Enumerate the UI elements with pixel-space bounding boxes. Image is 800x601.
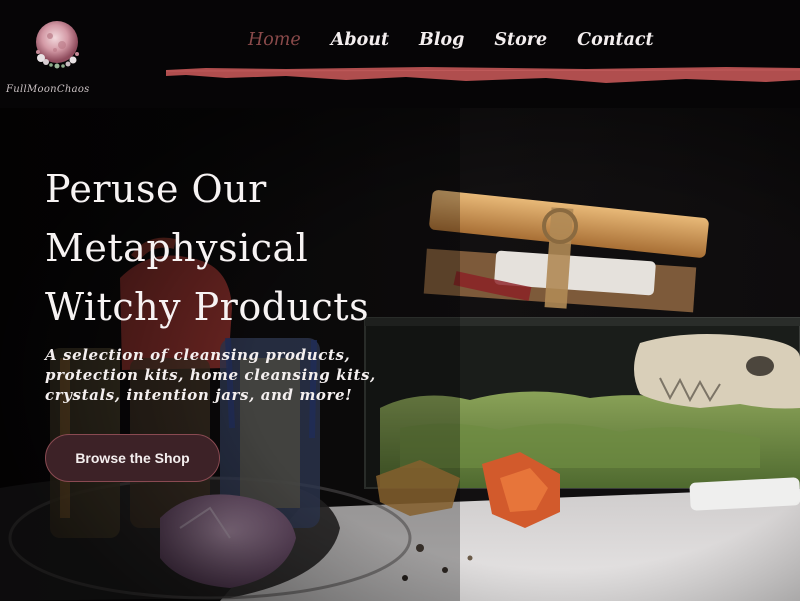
nav-item-contact[interactable]: Contact <box>577 27 654 55</box>
brush-stroke-divider <box>166 67 800 83</box>
browse-shop-button[interactable]: Browse the Shop <box>45 434 220 482</box>
nav-item-blog[interactable]: Blog <box>419 27 464 55</box>
brand-name: FullMoonChaos <box>6 84 90 95</box>
hero-subtitle-line-3: crystals, intention jars, and more! <box>45 386 353 404</box>
hero-title: Peruse Our Metaphysical Witchy Products <box>45 160 465 337</box>
nav-item-about[interactable]: About <box>331 27 389 55</box>
hero-title-line-2: Metaphysical <box>45 226 309 270</box>
nav-item-store[interactable]: Store <box>494 27 547 55</box>
nav-item-home[interactable]: Home <box>248 27 301 55</box>
site-header: FullMoonChaos Home About Blog Store Cont… <box>0 0 800 108</box>
hero-title-line-3: Witchy Products <box>45 285 370 329</box>
hero-subtitle-line-2: protection kits, home cleansing kits, <box>45 366 376 384</box>
page: FullMoonChaos Home About Blog Store Cont… <box>0 0 800 601</box>
main-nav: Home About Blog Store Contact <box>248 27 684 55</box>
hero-title-line-1: Peruse Our <box>45 167 267 211</box>
hero-subtitle-line-1: A selection of cleansing products, <box>45 346 351 364</box>
hero-subtitle: A selection of cleansing products, prote… <box>45 345 425 405</box>
site-logo[interactable]: FullMoonChaos <box>4 8 104 100</box>
hero-section: Peruse Our Metaphysical Witchy Products … <box>0 108 800 601</box>
full-moon-emblem-icon <box>36 21 79 69</box>
